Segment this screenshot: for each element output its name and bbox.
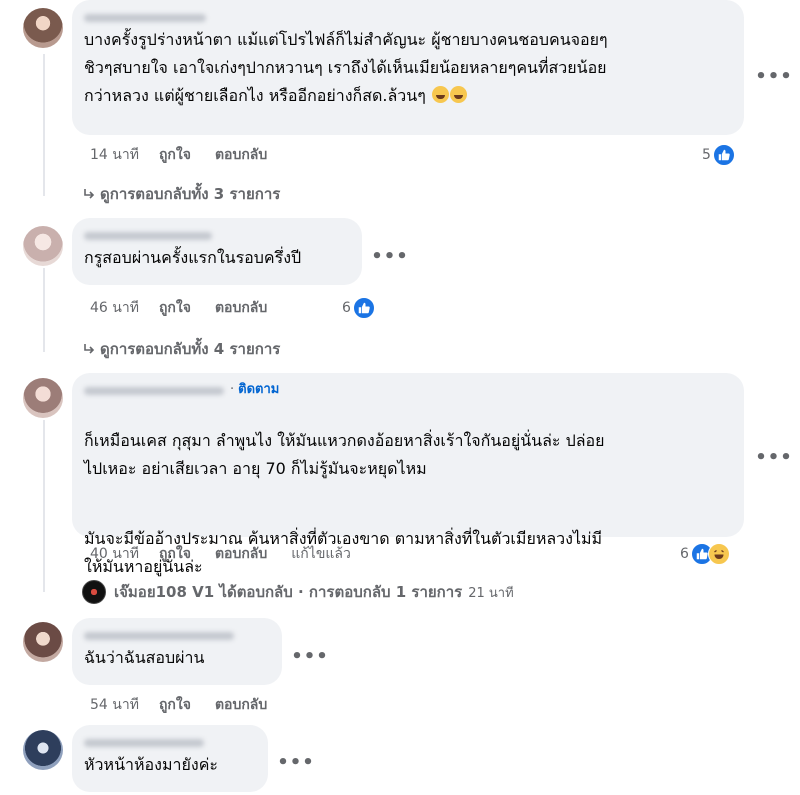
comment-bubble: ฉันว่าฉันสอบผ่าน [72, 618, 282, 685]
view-replies-label: ดูการตอบกลับทั้ง 4 รายการ [100, 340, 281, 358]
like-icon [352, 297, 375, 319]
commenter-avatar[interactable] [23, 378, 63, 418]
separator-dot: · [230, 382, 235, 397]
comment-timestamp[interactable]: 14 นาที [90, 146, 139, 164]
comment-actions: 54 นาที ถูกใจ ตอบกลับ [90, 696, 291, 714]
comment-bubble: · ติดตาม ก็เหมือนเคส กุสุมา ลำพูนไง ให้ม… [72, 373, 744, 576]
comment-text: กรูสอบผ่านครั้งแรกในรอบครึ่งปี [84, 248, 302, 267]
reply-button[interactable]: ตอบกลับ [215, 299, 267, 317]
like-button[interactable]: ถูกใจ [159, 545, 191, 563]
like-button[interactable]: ถูกใจ [159, 146, 191, 164]
reply-button[interactable]: ตอบกลับ [215, 146, 267, 164]
thread-line [43, 420, 45, 592]
comment-paragraph: ก็เหมือนเคส กุสุมา ลำพูนไง ให้มันแหวกดงอ… [84, 431, 605, 478]
reaction-count: 6 [680, 546, 689, 562]
more-options-icon[interactable]: ••• [371, 240, 408, 272]
thread-line [43, 54, 45, 196]
comment-author-name[interactable] [84, 626, 270, 644]
comment-author-name[interactable] [84, 8, 732, 26]
commenter-avatar[interactable] [23, 622, 63, 662]
reply-summary-text: เจ๊มอย108 V1 ได้ตอบกลับ · การตอบกลับ 1 ร… [114, 583, 463, 601]
comment-author-name[interactable] [84, 733, 256, 751]
commenter-avatar[interactable] [23, 730, 63, 770]
comment-author-name[interactable] [84, 386, 224, 395]
comment-timestamp[interactable]: 46 นาที [90, 299, 139, 317]
laughing-emoji-icon [449, 86, 467, 103]
reaction-summary[interactable]: 5 [702, 144, 735, 166]
reaction-summary[interactable]: 6 [680, 543, 730, 565]
more-options-icon[interactable]: ••• [755, 60, 792, 92]
haha-icon [707, 543, 730, 565]
like-icon [712, 144, 735, 166]
follow-button[interactable]: ติดตาม [238, 381, 279, 399]
reply-button[interactable]: ตอบกลับ [215, 545, 267, 563]
comment-text: หัวหน้าห้องมายังค่ะ [84, 755, 218, 774]
comment-bubble: บางครั้งรูปร่างหน้าตา แม้แต่โปรไฟล์ก็ไม่… [72, 0, 744, 135]
view-replies-link[interactable]: ดูการตอบกลับทั้ง 4 รายการ [82, 337, 280, 361]
comment-text: บางครั้งรูปร่างหน้าตา แม้แต่โปรไฟล์ก็ไม่… [84, 30, 608, 105]
reply-arrow-icon [84, 344, 95, 354]
more-options-icon[interactable]: ••• [755, 441, 792, 473]
more-options-icon[interactable]: ••• [291, 640, 328, 672]
comment-timestamp[interactable]: 40 นาที [90, 545, 139, 563]
like-button[interactable]: ถูกใจ [159, 299, 191, 317]
reply-button[interactable]: ตอบกลับ [215, 696, 267, 714]
comment-text: ฉันว่าฉันสอบผ่าน [84, 648, 205, 667]
comment-text: ก็เหมือนเคส กุสุมา ลำพูนไง ให้มันแหวกดงอ… [84, 399, 732, 609]
comment-actions: 40 นาที ถูกใจ ตอบกลับ แก้ไขแล้ว [90, 545, 351, 563]
view-replies-link[interactable]: ดูการตอบกลับทั้ง 3 รายการ [82, 182, 280, 206]
comment-author-row: · ติดตาม [84, 381, 732, 399]
reply-arrow-icon [84, 189, 95, 199]
commenter-avatar[interactable] [23, 226, 63, 266]
comment-actions: 14 นาที ถูกใจ ตอบกลับ [90, 146, 291, 164]
reply-summary-time: 21 นาที [468, 585, 514, 601]
edited-label: แก้ไขแล้ว [291, 546, 351, 562]
replier-avatar [82, 580, 106, 604]
reaction-count: 6 [342, 300, 351, 316]
reaction-summary[interactable]: 6 [342, 297, 375, 319]
more-options-icon[interactable]: ••• [277, 746, 314, 778]
reply-summary-link[interactable]: เจ๊มอย108 V1 ได้ตอบกลับ · การตอบกลับ 1 ร… [82, 580, 514, 604]
comment-author-name[interactable] [84, 226, 350, 244]
laughing-emoji-icon [431, 86, 449, 103]
commenter-avatar[interactable] [23, 8, 63, 48]
comment-timestamp[interactable]: 54 นาที [90, 696, 139, 714]
reaction-count: 5 [702, 147, 711, 163]
comment-actions: 46 นาที ถูกใจ ตอบกลับ [90, 299, 291, 317]
like-button[interactable]: ถูกใจ [159, 696, 191, 714]
view-replies-label: ดูการตอบกลับทั้ง 3 รายการ [100, 185, 281, 203]
comment-bubble: กรูสอบผ่านครั้งแรกในรอบครึ่งปี [72, 218, 362, 285]
thread-line [43, 268, 45, 352]
comment-bubble: หัวหน้าห้องมายังค่ะ [72, 725, 268, 792]
